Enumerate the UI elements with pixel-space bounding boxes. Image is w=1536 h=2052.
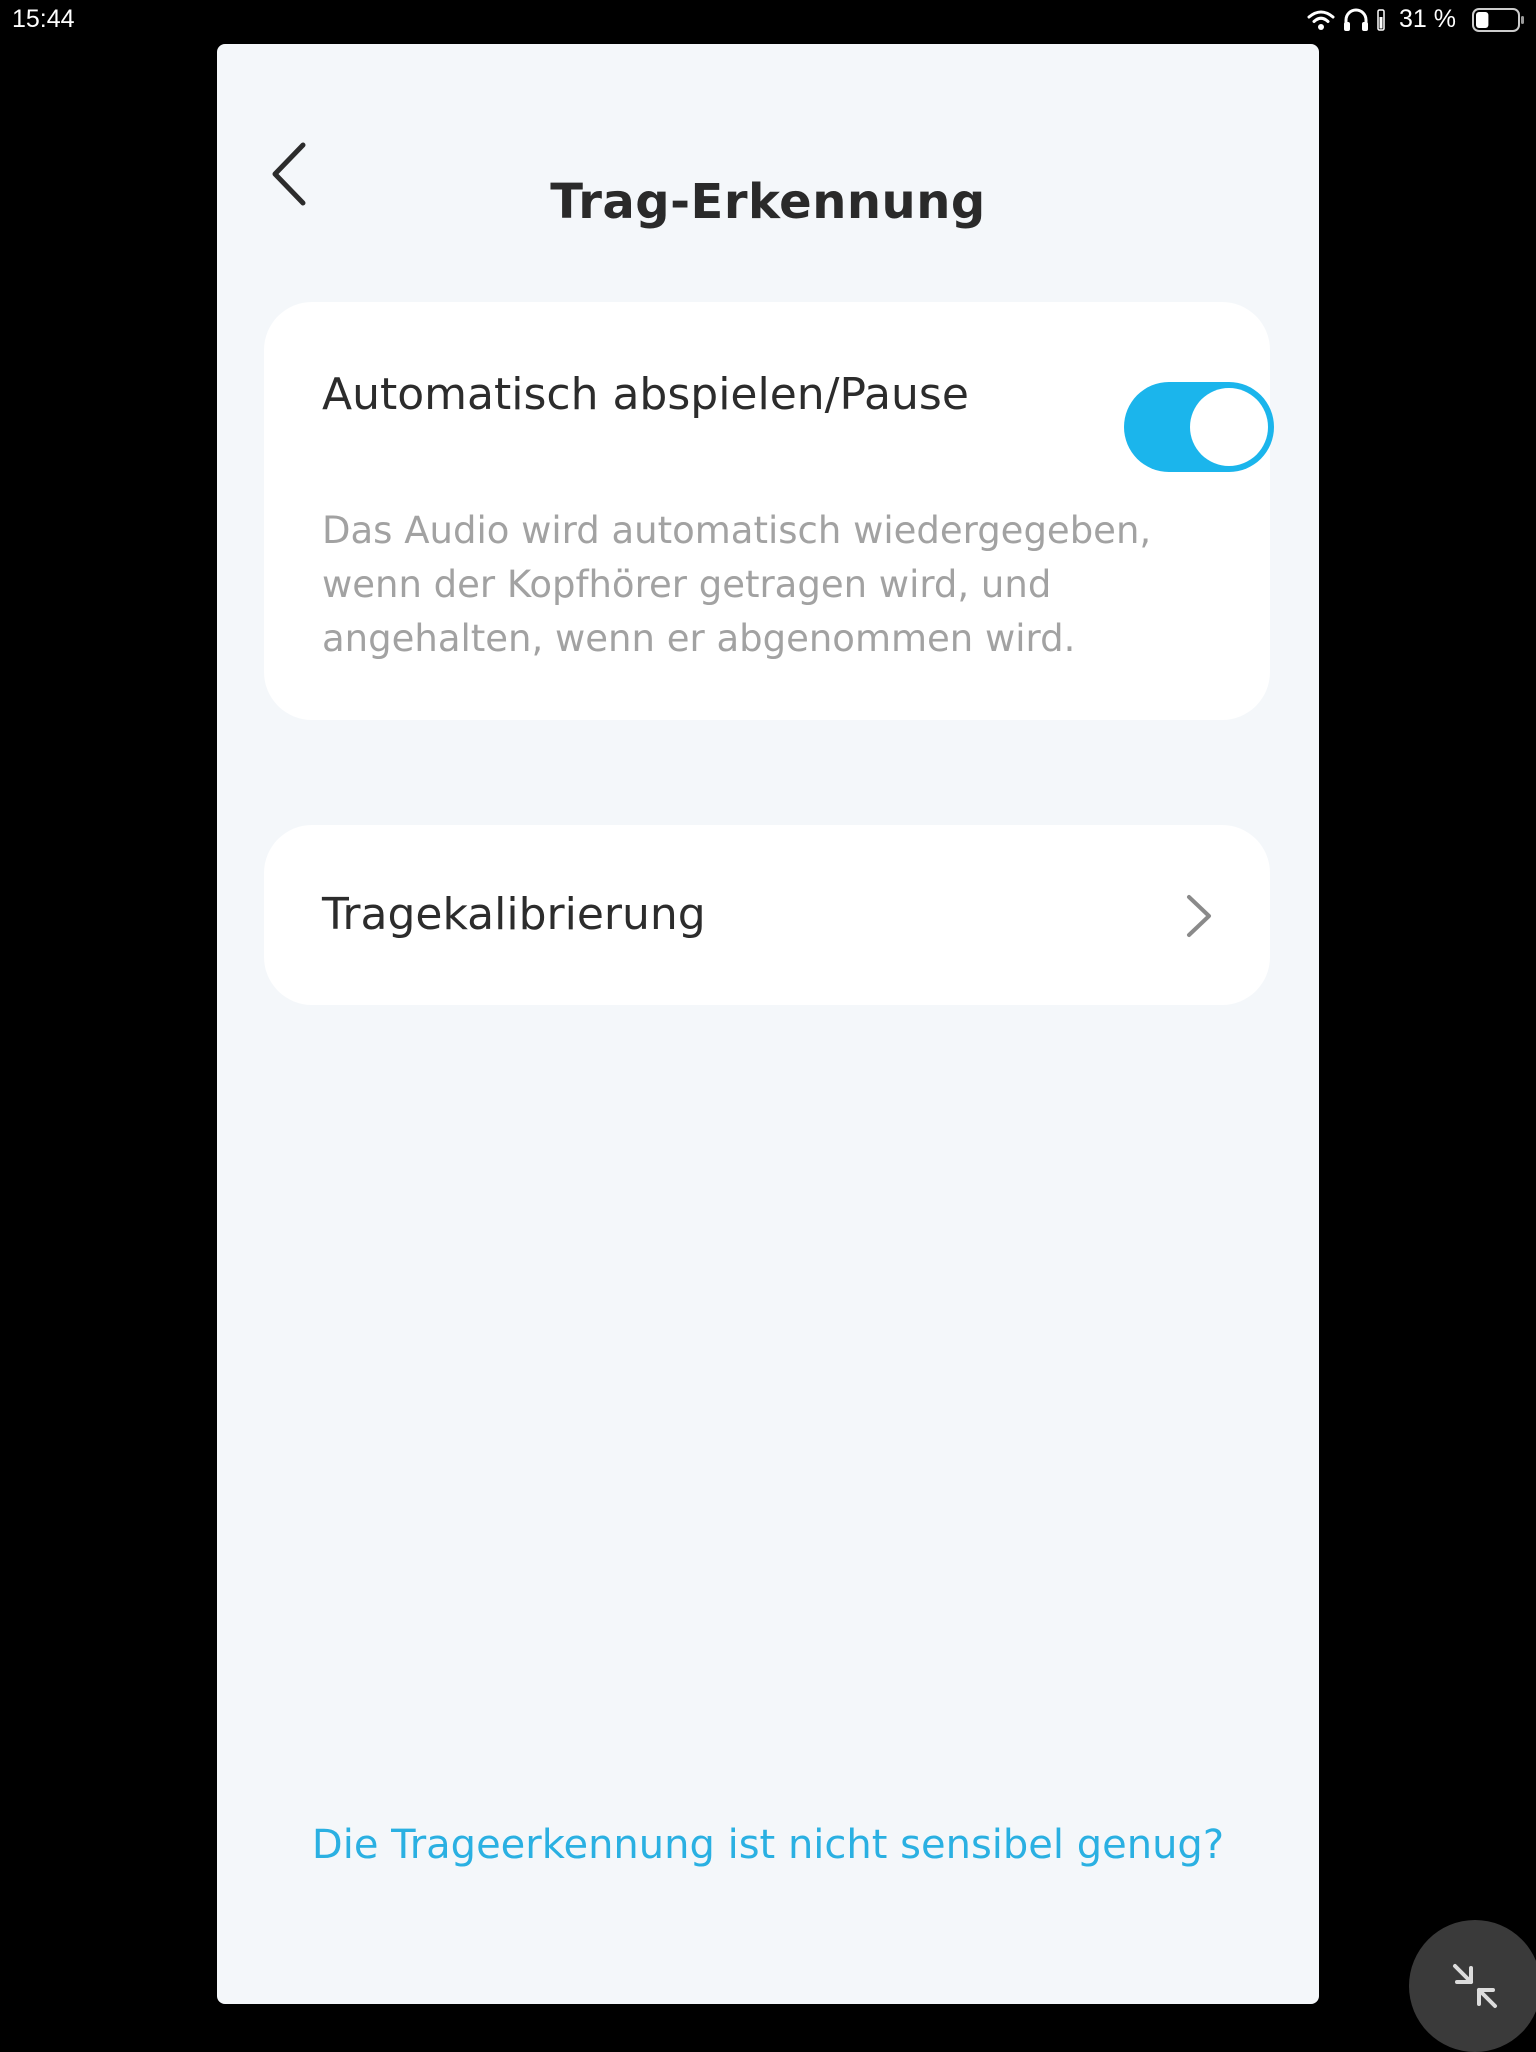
status-time: 15:44 <box>12 5 75 33</box>
battery-percent: 31 % <box>1399 5 1456 33</box>
autoplay-setting-card: Automatisch abspielen/Pause Das Audio wi… <box>264 302 1274 720</box>
autoplay-toggle[interactable] <box>1124 382 1274 472</box>
collapse-arrows-icon <box>1453 1964 1497 2008</box>
status-bar: 15:44 31 % <box>0 0 1536 40</box>
wifi-icon <box>1307 9 1335 31</box>
calibration-label: Tragekalibrierung <box>322 889 706 940</box>
autoplay-setting-title: Automatisch abspielen/Pause <box>322 369 969 420</box>
battery-icon <box>1472 7 1526 32</box>
headphones-icon <box>1343 8 1369 32</box>
autoplay-setting-description: Das Audio wird automatisch wiedergegeben… <box>322 509 1152 660</box>
calibration-row[interactable]: Tragekalibrierung <box>264 825 1270 1005</box>
chevron-right-icon <box>1187 895 1211 937</box>
page-title: Trag-Erkennung <box>550 174 986 230</box>
collapse-button[interactable] <box>1409 1920 1536 2052</box>
help-link[interactable]: Die Trageerkennung ist nicht sensibel ge… <box>217 1822 1319 1868</box>
toggle-knob <box>1190 388 1268 466</box>
status-icons: 31 % <box>1307 5 1526 34</box>
app-window: Trag-Erkennung Automatisch abspielen/Pau… <box>217 44 1319 2004</box>
headphone-battery-icon <box>1377 8 1385 31</box>
